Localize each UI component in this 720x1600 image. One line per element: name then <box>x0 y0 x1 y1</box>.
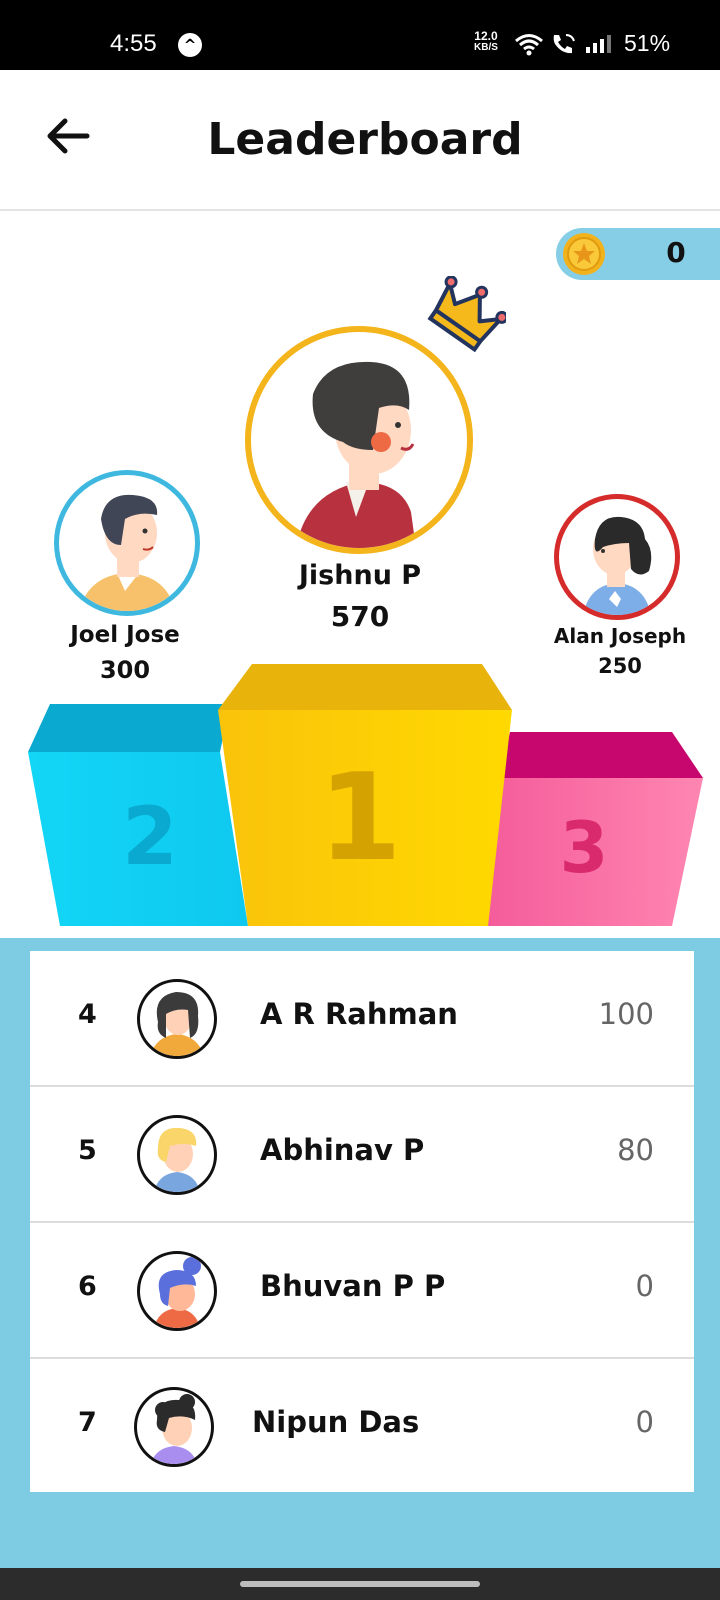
podium-rank-first: 1 <box>318 749 402 888</box>
system-navigation-bar <box>0 1568 720 1600</box>
row-rank: 7 <box>78 1407 97 1438</box>
row-name: Nipun Das <box>252 1405 420 1439</box>
network-speed-unit: KB/S <box>474 42 498 53</box>
woman-avatar-icon <box>296 361 416 548</box>
row-name: Bhuvan P P <box>260 1269 446 1303</box>
curly-hair-avatar-icon <box>134 1387 214 1467</box>
page-title: Leaderboard <box>207 114 523 165</box>
signal-icon <box>586 35 611 53</box>
third-place-avatar[interactable] <box>554 494 680 620</box>
wifi-icon <box>515 34 543 56</box>
battery-level: 51% <box>624 30 671 56</box>
list-item[interactable]: 6 Bhuvan P P 0 <box>30 1223 694 1359</box>
second-place-avatar[interactable] <box>54 470 200 616</box>
blue-hair-avatar-icon <box>137 1251 217 1331</box>
leaderboard-screen: 4:55 ^ 12.0 KB/S 51% Leaderboard 0 Jishn… <box>0 0 720 1600</box>
first-place-name: Jishnu P <box>298 560 422 591</box>
star-coin-icon <box>563 233 605 275</box>
girl-avatar-icon <box>583 516 652 615</box>
home-gesture-handle[interactable] <box>240 1581 480 1587</box>
row-score: 0 <box>635 1269 654 1303</box>
man-avatar-icon <box>79 494 175 611</box>
blonde-avatar-icon <box>137 1115 217 1195</box>
podium-rank-third: 3 <box>560 807 609 889</box>
status-bar: 4:55 ^ 12.0 KB/S 51% <box>0 0 720 70</box>
row-score: 80 <box>617 1133 654 1167</box>
app-notification-icon: ^ <box>178 33 202 57</box>
list-item[interactable]: 7 Nipun Das 0 <box>30 1359 694 1495</box>
first-place-score: 570 <box>330 600 390 633</box>
network-speed: 12.0 KB/S <box>474 30 498 54</box>
podium-rank-second: 2 <box>122 790 178 883</box>
coin-balance[interactable]: 0 <box>556 228 720 280</box>
list-item[interactable]: 4 A R Rahman 100 <box>30 951 694 1087</box>
row-name: A R Rahman <box>260 997 458 1031</box>
list-item[interactable]: 5 Abhinav P 80 <box>30 1087 694 1223</box>
third-place-name: Alan Joseph <box>553 624 687 648</box>
row-score: 100 <box>598 997 654 1031</box>
status-time: 4:55 <box>110 30 157 57</box>
wifi-call-icon <box>553 34 575 54</box>
first-place-avatar[interactable] <box>245 326 473 554</box>
woman-dark-hair-avatar-icon <box>137 979 217 1059</box>
app-header: Leaderboard <box>0 70 720 211</box>
row-score: 0 <box>635 1405 654 1439</box>
row-name: Abhinav P <box>260 1133 425 1167</box>
row-rank: 6 <box>78 1271 97 1302</box>
network-speed-value: 12.0 <box>474 29 498 43</box>
second-place-name: Joel Jose <box>70 622 180 648</box>
row-rank: 4 <box>78 999 97 1030</box>
coin-value: 0 <box>666 236 686 269</box>
ranking-list: 4 A R Rahman 100 5 Abhinav P 80 6 Bhuvan… <box>30 951 694 1492</box>
podium-graphic: 2 1 3 <box>28 664 703 926</box>
crown-icon <box>427 276 506 353</box>
row-rank: 5 <box>78 1135 97 1166</box>
